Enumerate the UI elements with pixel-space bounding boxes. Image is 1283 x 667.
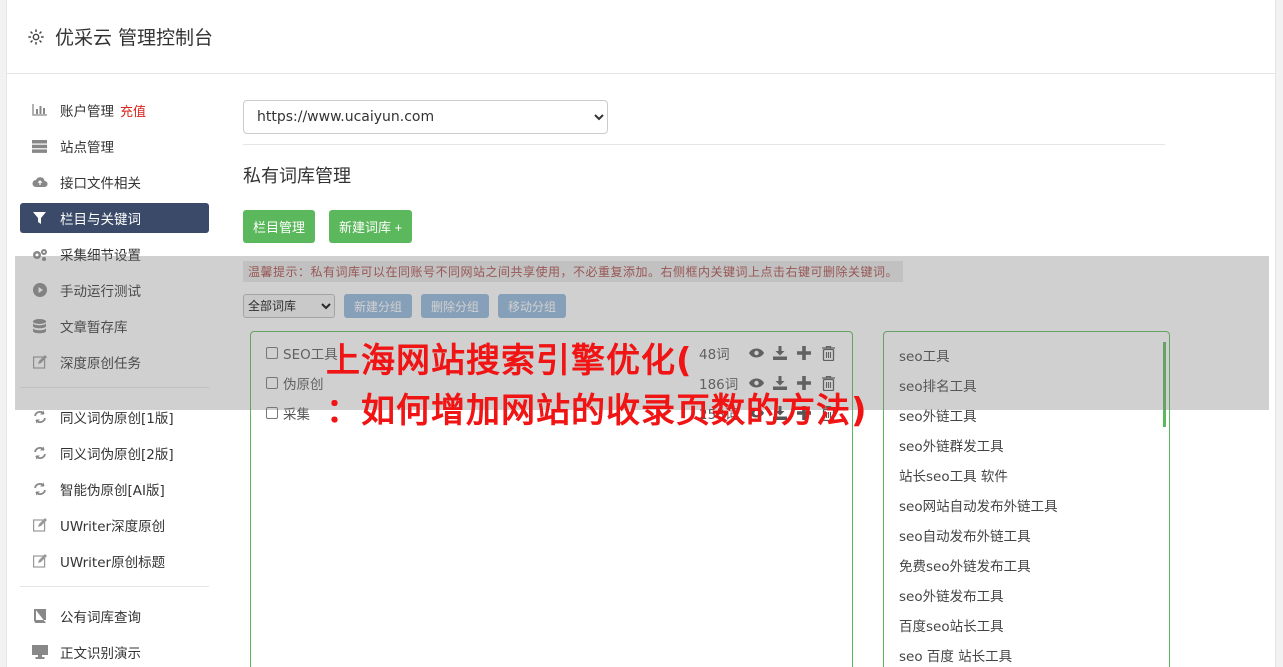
keyword-item[interactable]: 免费seo外链发布工具 [884,552,1169,582]
filter-icon [31,211,48,225]
sidebar-item-label: 正文识别演示 [60,646,141,662]
sidebar-item-uwriter-title[interactable]: UWriter原创标题 [20,546,209,576]
sidebar-item-ai-original[interactable]: 智能伪原创[AI版] [20,474,209,504]
edit-icon [31,554,48,568]
edit-icon [31,518,48,532]
sidebar-item-account[interactable]: 账户管理 充值 [20,95,209,125]
keyword-item[interactable]: seo外链发布工具 [884,582,1169,612]
sidebar-item-text-recognition[interactable]: 正文识别演示 [20,637,209,667]
sidebar-item-label: 接口文件相关 [60,176,141,192]
app-title: 优采云 管理控制台 [55,27,214,49]
sidebar-item-label: 同义词伪原创[1版] [60,411,174,427]
book-icon [31,609,48,623]
refresh-icon [31,446,48,460]
page-title: 私有词库管理 [243,166,351,187]
sidebar-item-label: 站点管理 [60,140,114,156]
recharge-link[interactable]: 充值 [120,101,146,120]
keyword-item[interactable]: 站长seo工具 软件 [884,462,1169,492]
gear-icon [28,28,44,45]
site-select[interactable]: https://www.ucaiyun.com [243,100,608,134]
divider [243,144,1165,145]
sidebar-item-synonym-v2[interactable]: 同义词伪原创[2版] [20,438,209,468]
columns-manage-button[interactable]: 栏目管理 [243,210,316,243]
sidebar-item-label: 账户管理 [60,104,114,120]
new-library-button[interactable]: 新建词库 + [329,210,413,243]
sidebar-item-label: 栏目与关键词 [60,212,141,228]
sidebar-divider [20,586,209,587]
sidebar-item-label: 同义词伪原创[2版] [60,447,174,463]
sidebar-item-sites[interactable]: 站点管理 [20,131,209,161]
action-buttons: 栏目管理 新建词库 + [243,210,1165,243]
bar-chart-icon [31,103,48,117]
top-bar: 优采云 管理控制台 [7,0,1275,74]
refresh-icon [31,482,48,496]
keyword-item[interactable]: 百度seo站长工具 [884,612,1169,642]
monitor-icon [31,645,48,659]
overlay-headline: 上海网站搜索引擎优化( ：如何增加网站的收录页数的方法) [326,336,1026,436]
headline-line-2: ：如何增加网站的收录页数的方法) [326,391,868,431]
sidebar-item-label: 公有词库查询 [60,610,141,626]
sidebar-item-uwriter-deep[interactable]: UWriter深度原创 [20,510,209,540]
sidebar-item-label: UWriter原创标题 [60,555,166,571]
keyword-item[interactable]: seo网站自动发布外链工具 [884,492,1169,522]
keyword-item[interactable]: seo外链群发工具 [884,432,1169,462]
sidebar-item-label: 智能伪原创[AI版] [60,483,165,499]
sidebar-item-label: UWriter深度原创 [60,519,166,535]
refresh-icon [31,410,48,424]
headline-line-1: 上海网站搜索引擎优化( [326,341,693,381]
sidebar-item-columns-keywords[interactable]: 栏目与关键词 [20,203,209,233]
cloud-upload-icon [31,175,48,189]
sidebar-item-public-lib[interactable]: 公有词库查询 [20,601,209,631]
keyword-item[interactable]: seo 百度 站长工具 [884,642,1169,667]
keyword-item[interactable]: seo自动发布外链工具 [884,522,1169,552]
sidebar-item-interface-files[interactable]: 接口文件相关 [20,167,209,197]
server-icon [31,139,48,153]
